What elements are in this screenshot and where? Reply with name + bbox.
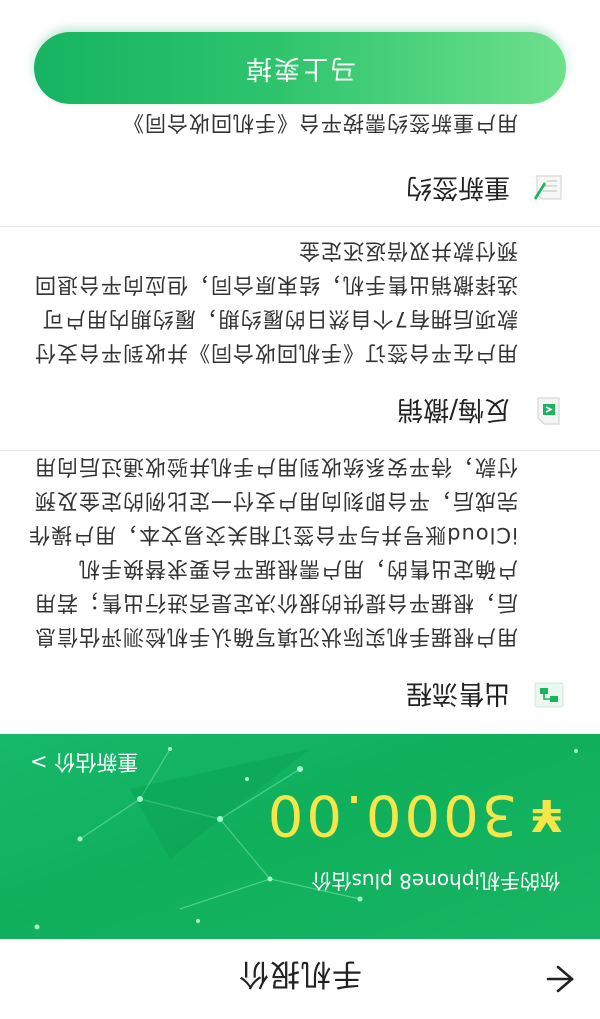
re-estimate-link[interactable]: 重新估价 > <box>30 748 138 778</box>
sell-now-button[interactable]: 马上卖掉 <box>34 32 566 104</box>
currency-symbol: ¥ <box>531 789 562 840</box>
phone-model-estimate: 你的手机iphone8 plus估价 <box>311 869 560 893</box>
page-title: 手机报价 <box>238 956 362 991</box>
section-body: 用户根据手机实际状况填写确认手机检测评估信息后，根据平台提供的报价决定是否进行出… <box>28 421 518 649</box>
divider <box>0 226 600 227</box>
flow-icon <box>534 681 564 711</box>
undo-icon <box>534 397 564 427</box>
bottom-action-bar: 马上卖掉 <box>0 0 600 104</box>
cancel-header: 反悔/撤销 <box>397 393 564 430</box>
sign-icon <box>534 175 564 205</box>
screen: 手机报价 你的手机iphone8 plus估价 ¥ 3000.00 重新估价 >… <box>0 0 600 1019</box>
resign-header: 重新签约 <box>406 171 564 208</box>
section-title: 重新签约 <box>405 172 510 202</box>
price-display: ¥ 3000.00 <box>265 782 562 847</box>
section-body: 用户在平台签订《手机回收合同》并收到平台支付款项后拥有7个自然日的履约期，履约期… <box>34 239 518 365</box>
section-body: 用户重新签约需按平台《手机回收合同》 <box>122 111 518 135</box>
sale-process-section: 出售流程 用户根据手机实际状况填写确认手机检测评估信息后，根据平台提供的报价决定… <box>0 421 600 734</box>
price-banner: 你的手机iphone8 plus估价 ¥ 3000.00 重新估价 > <box>0 734 600 939</box>
header-bar: 手机报价 <box>0 938 600 1019</box>
divider <box>0 450 600 451</box>
section-title: 出售流程 <box>405 678 510 708</box>
resign-section: 重新签约 用户重新签约需按平台《手机回收合同》 <box>0 104 600 226</box>
section-title: 反悔/撤销 <box>397 394 510 424</box>
price-value: 3000.00 <box>264 782 518 847</box>
sale-process-header: 出售流程 <box>406 677 564 714</box>
cancel-section: 反悔/撤销 用户在平台签订《手机回收合同》并收到平台支付款项后拥有7个自然日的履… <box>0 227 600 450</box>
